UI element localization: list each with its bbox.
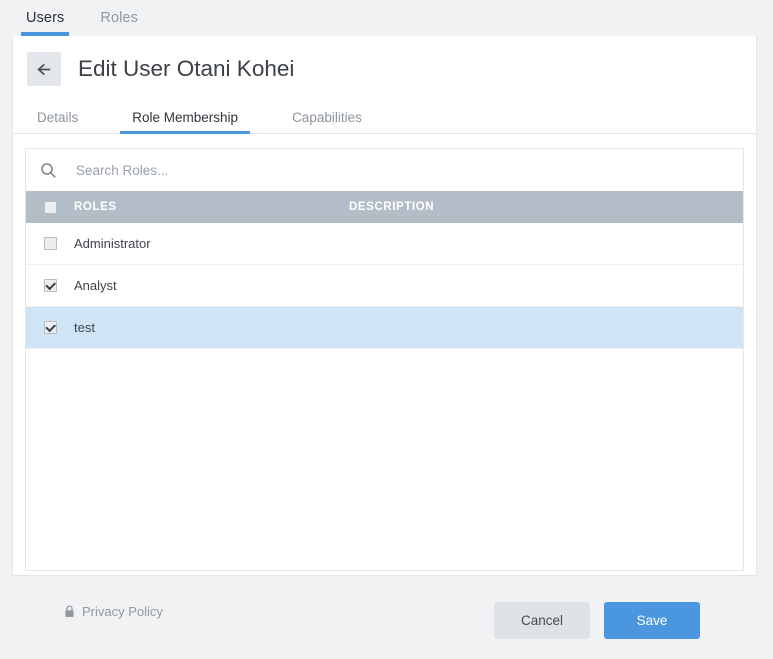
save-button[interactable]: Save [604, 602, 700, 639]
tab-roles-label: Roles [100, 10, 138, 26]
page-title: Edit User Otani Kohei [78, 56, 295, 81]
table-header-row: ROLES DESCRIPTION [26, 191, 743, 223]
row-checkbox-cell [26, 237, 74, 250]
roles-table-body: Administrator Analyst test [26, 223, 743, 570]
column-header-roles: ROLES [74, 201, 117, 213]
search-icon[interactable] [40, 162, 57, 179]
tab-capabilities-label: Capabilities [292, 110, 362, 125]
privacy-policy-link[interactable]: Privacy Policy [64, 604, 163, 619]
tab-capabilities[interactable]: Capabilities [286, 110, 368, 133]
tab-details[interactable]: Details [31, 110, 84, 133]
roles-panel: ROLES DESCRIPTION Administrator Analyst [25, 148, 744, 571]
select-all-cell [26, 200, 74, 214]
back-button[interactable] [27, 52, 61, 86]
tab-roles[interactable]: Roles [96, 0, 142, 36]
cancel-button[interactable]: Cancel [494, 602, 590, 639]
row-checkbox[interactable] [43, 237, 57, 250]
row-checkbox[interactable] [43, 279, 57, 292]
card-header: Edit User Otani Kohei [13, 36, 756, 98]
table-row[interactable]: test [26, 307, 743, 349]
arrow-left-icon [35, 60, 54, 79]
row-checkbox-cell [26, 321, 74, 334]
privacy-policy-label: Privacy Policy [82, 604, 163, 619]
edit-user-card: Edit User Otani Kohei Details Role Membe… [12, 36, 757, 576]
role-name: Analyst [74, 278, 117, 293]
search-input[interactable] [74, 158, 474, 182]
select-all-checkbox[interactable] [43, 200, 57, 214]
role-name: test [74, 320, 95, 335]
row-checkbox[interactable] [43, 321, 57, 334]
column-header-description: DESCRIPTION [349, 201, 435, 213]
table-row[interactable]: Analyst [26, 265, 743, 307]
search-row [26, 149, 743, 191]
secondary-tab-bar: Details Role Membership Capabilities [13, 103, 756, 134]
primary-tab-bar: Users Roles [0, 0, 773, 36]
role-name: Administrator [74, 236, 151, 251]
tab-role-membership-label: Role Membership [132, 110, 239, 125]
table-row[interactable]: Administrator [26, 223, 743, 265]
tab-role-membership[interactable]: Role Membership [120, 110, 250, 134]
tab-users-label: Users [26, 10, 65, 26]
lock-icon [64, 605, 82, 618]
row-checkbox-cell [26, 279, 74, 292]
footer-bar: Privacy Policy Cancel Save [0, 578, 773, 659]
tab-details-label: Details [37, 110, 79, 125]
footer-actions: Cancel Save [494, 602, 700, 639]
tab-users[interactable]: Users [20, 0, 70, 36]
